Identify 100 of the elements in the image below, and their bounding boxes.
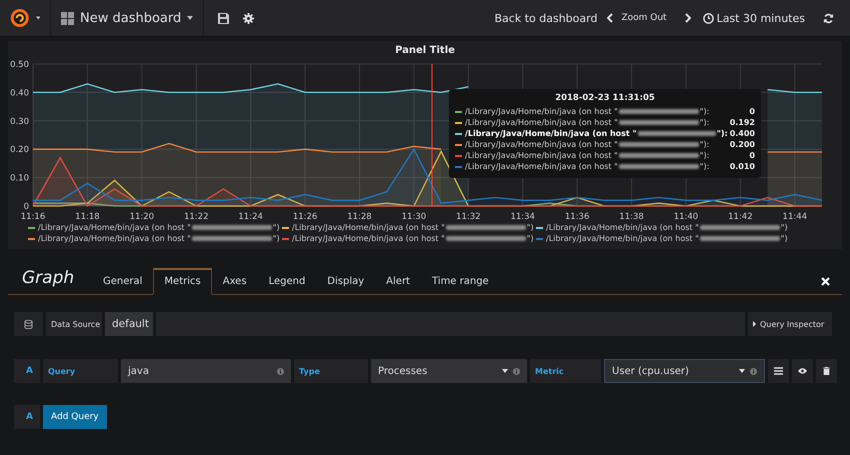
tooltip-series-label: /Library/Java/Home/bin/java (on host " (465, 129, 637, 138)
eye-icon (798, 368, 807, 374)
editor-tab[interactable]: Time range (420, 269, 500, 295)
database-icon (24, 320, 33, 328)
x-tick-label: 11:20 (130, 212, 154, 222)
metric-select[interactable]: User (cpu.user) (604, 359, 765, 383)
tooltip-series-label-end: "): (716, 129, 728, 138)
editor-tab[interactable]: Axes (212, 269, 258, 295)
x-tick-label: 11:22 (184, 212, 208, 222)
caret-right-icon (753, 321, 756, 327)
legend-label-end: ") (780, 234, 788, 243)
caret-icon (502, 369, 508, 373)
tooltip-series-label: /Library/Java/Home/bin/java (on host " (465, 118, 618, 127)
legend-label[interactable]: /Library/Java/Home/bin/java (on host " (546, 223, 699, 232)
menu-button[interactable] (768, 359, 789, 383)
tooltip-series-label-end: "): (700, 151, 710, 160)
tooltip-series-label: /Library/Java/Home/bin/java (on host " (465, 162, 618, 171)
legend-label-end: ") (780, 223, 788, 232)
x-tick-label: 11:24 (238, 212, 263, 222)
x-tick-label: 11:16 (20, 212, 46, 222)
legend-label[interactable]: /Library/Java/Home/bin/java (on host " (292, 223, 445, 232)
editor-tab[interactable]: Display (316, 269, 376, 295)
x-tick-label: 11:42 (728, 212, 753, 222)
y-tick-label: 0.20 (10, 145, 29, 156)
editor-tab[interactable]: Metrics (153, 268, 212, 295)
x-tick-label: 11:44 (782, 212, 808, 222)
query-collapse-toggle[interactable]: A (14, 405, 40, 429)
back-to-dashboard-link[interactable]: Back to dashboard (494, 12, 598, 24)
metric-label: Metric (530, 359, 601, 383)
legend-label[interactable]: /Library/Java/Home/bin/java (on host " (38, 223, 191, 232)
tooltip-series-label: /Library/Java/Home/bin/java (on host " (465, 107, 618, 116)
settings-icon[interactable] (243, 12, 254, 24)
x-tick-label: 11:32 (456, 212, 481, 222)
time-range-picker[interactable]: Last 30 minutes (716, 12, 805, 24)
y-tick-label: 0.30 (10, 116, 29, 127)
tooltip-value: 0.192 (730, 118, 755, 127)
caret-icon[interactable] (187, 16, 194, 20)
dashboard-title-button[interactable]: New dashboard (80, 10, 182, 26)
y-tick-label: 0.10 (10, 174, 29, 184)
data-source-label: Data Source (46, 312, 102, 336)
y-tick-label: 0.40 (10, 88, 29, 98)
tooltip-value: 0 (749, 107, 755, 116)
query-label: Query (43, 359, 118, 383)
editor-tab[interactable]: Alert (375, 269, 421, 295)
clock-icon (702, 12, 714, 24)
legend-label-end: ") (272, 234, 280, 243)
refresh-icon[interactable] (823, 12, 834, 24)
caret-icon[interactable] (36, 16, 40, 20)
caret-icon (739, 369, 745, 373)
tooltip-value: 0.010 (730, 162, 755, 171)
x-tick-label: 11:36 (564, 212, 590, 222)
info-icon (513, 368, 520, 374)
tooltip-series-label: /Library/Java/Home/bin/java (on host " (465, 151, 618, 160)
delete-button[interactable] (816, 359, 837, 383)
menu-icon (774, 367, 783, 375)
tooltip-series-label-end: "): (700, 118, 710, 127)
add-query-button[interactable]: Add Query (43, 405, 107, 429)
legend-label[interactable]: /Library/Java/Home/bin/java (on host " (38, 234, 191, 243)
grid-icon (61, 12, 74, 24)
x-tick-label: 11:30 (402, 212, 426, 222)
type-select[interactable]: Processes (371, 359, 527, 383)
trash-icon (823, 367, 830, 375)
close-icon[interactable] (821, 277, 830, 286)
info-icon (277, 368, 284, 374)
y-tick-label: 0.50 (10, 60, 29, 70)
chevron-right-icon[interactable] (684, 13, 691, 23)
x-tick-label: 11:38 (619, 212, 644, 222)
tooltip-value: 0.200 (730, 140, 755, 149)
panel-title: Panel Title (394, 44, 456, 57)
editor-title: Graph (22, 268, 76, 290)
editor-tab[interactable]: General (92, 269, 154, 295)
legend-label-end: ") (272, 223, 280, 232)
toggle-visibility-button[interactable] (792, 359, 813, 383)
legend-label[interactable]: /Library/Java/Home/bin/java (on host " (292, 234, 445, 243)
x-tick-label: 11:18 (75, 212, 100, 222)
legend-label[interactable]: /Library/Java/Home/bin/java (on host " (546, 234, 699, 243)
tooltip-series-label: /Library/Java/Home/bin/java (on host " (465, 140, 618, 149)
chevron-left-icon[interactable] (607, 13, 614, 23)
x-tick-label: 11:26 (292, 212, 318, 222)
x-tick-label: 11:40 (674, 212, 698, 222)
data-source-dropdown[interactable]: default (105, 312, 153, 336)
x-tick-label: 11:34 (510, 212, 535, 222)
query-input[interactable]: java (121, 359, 291, 383)
save-icon[interactable] (218, 12, 230, 24)
info-icon (750, 368, 757, 374)
legend-label-end: ") (526, 223, 534, 232)
tooltip-value: 0 (749, 151, 755, 160)
legend-label-end: ") (526, 234, 534, 243)
y-tick-label: 0 (24, 202, 29, 212)
x-tick-label: 11:28 (347, 212, 372, 222)
type-label: Type (294, 359, 368, 383)
zoom-out-button[interactable]: Zoom Out (621, 13, 667, 23)
tooltip-value: 0.400 (730, 129, 755, 138)
editor-tab[interactable]: Legend (258, 269, 316, 295)
query-collapse-toggle[interactable]: A (14, 359, 40, 383)
query-inspector-button[interactable]: Query Inspector (748, 312, 832, 336)
tooltip-series-label-end: "): (700, 162, 710, 171)
tooltip-series-label-end: "): (700, 107, 710, 116)
tooltip-series-label-end: "): (700, 140, 710, 149)
tooltip-time: 2018-02-23 11:31:05 (554, 93, 656, 103)
